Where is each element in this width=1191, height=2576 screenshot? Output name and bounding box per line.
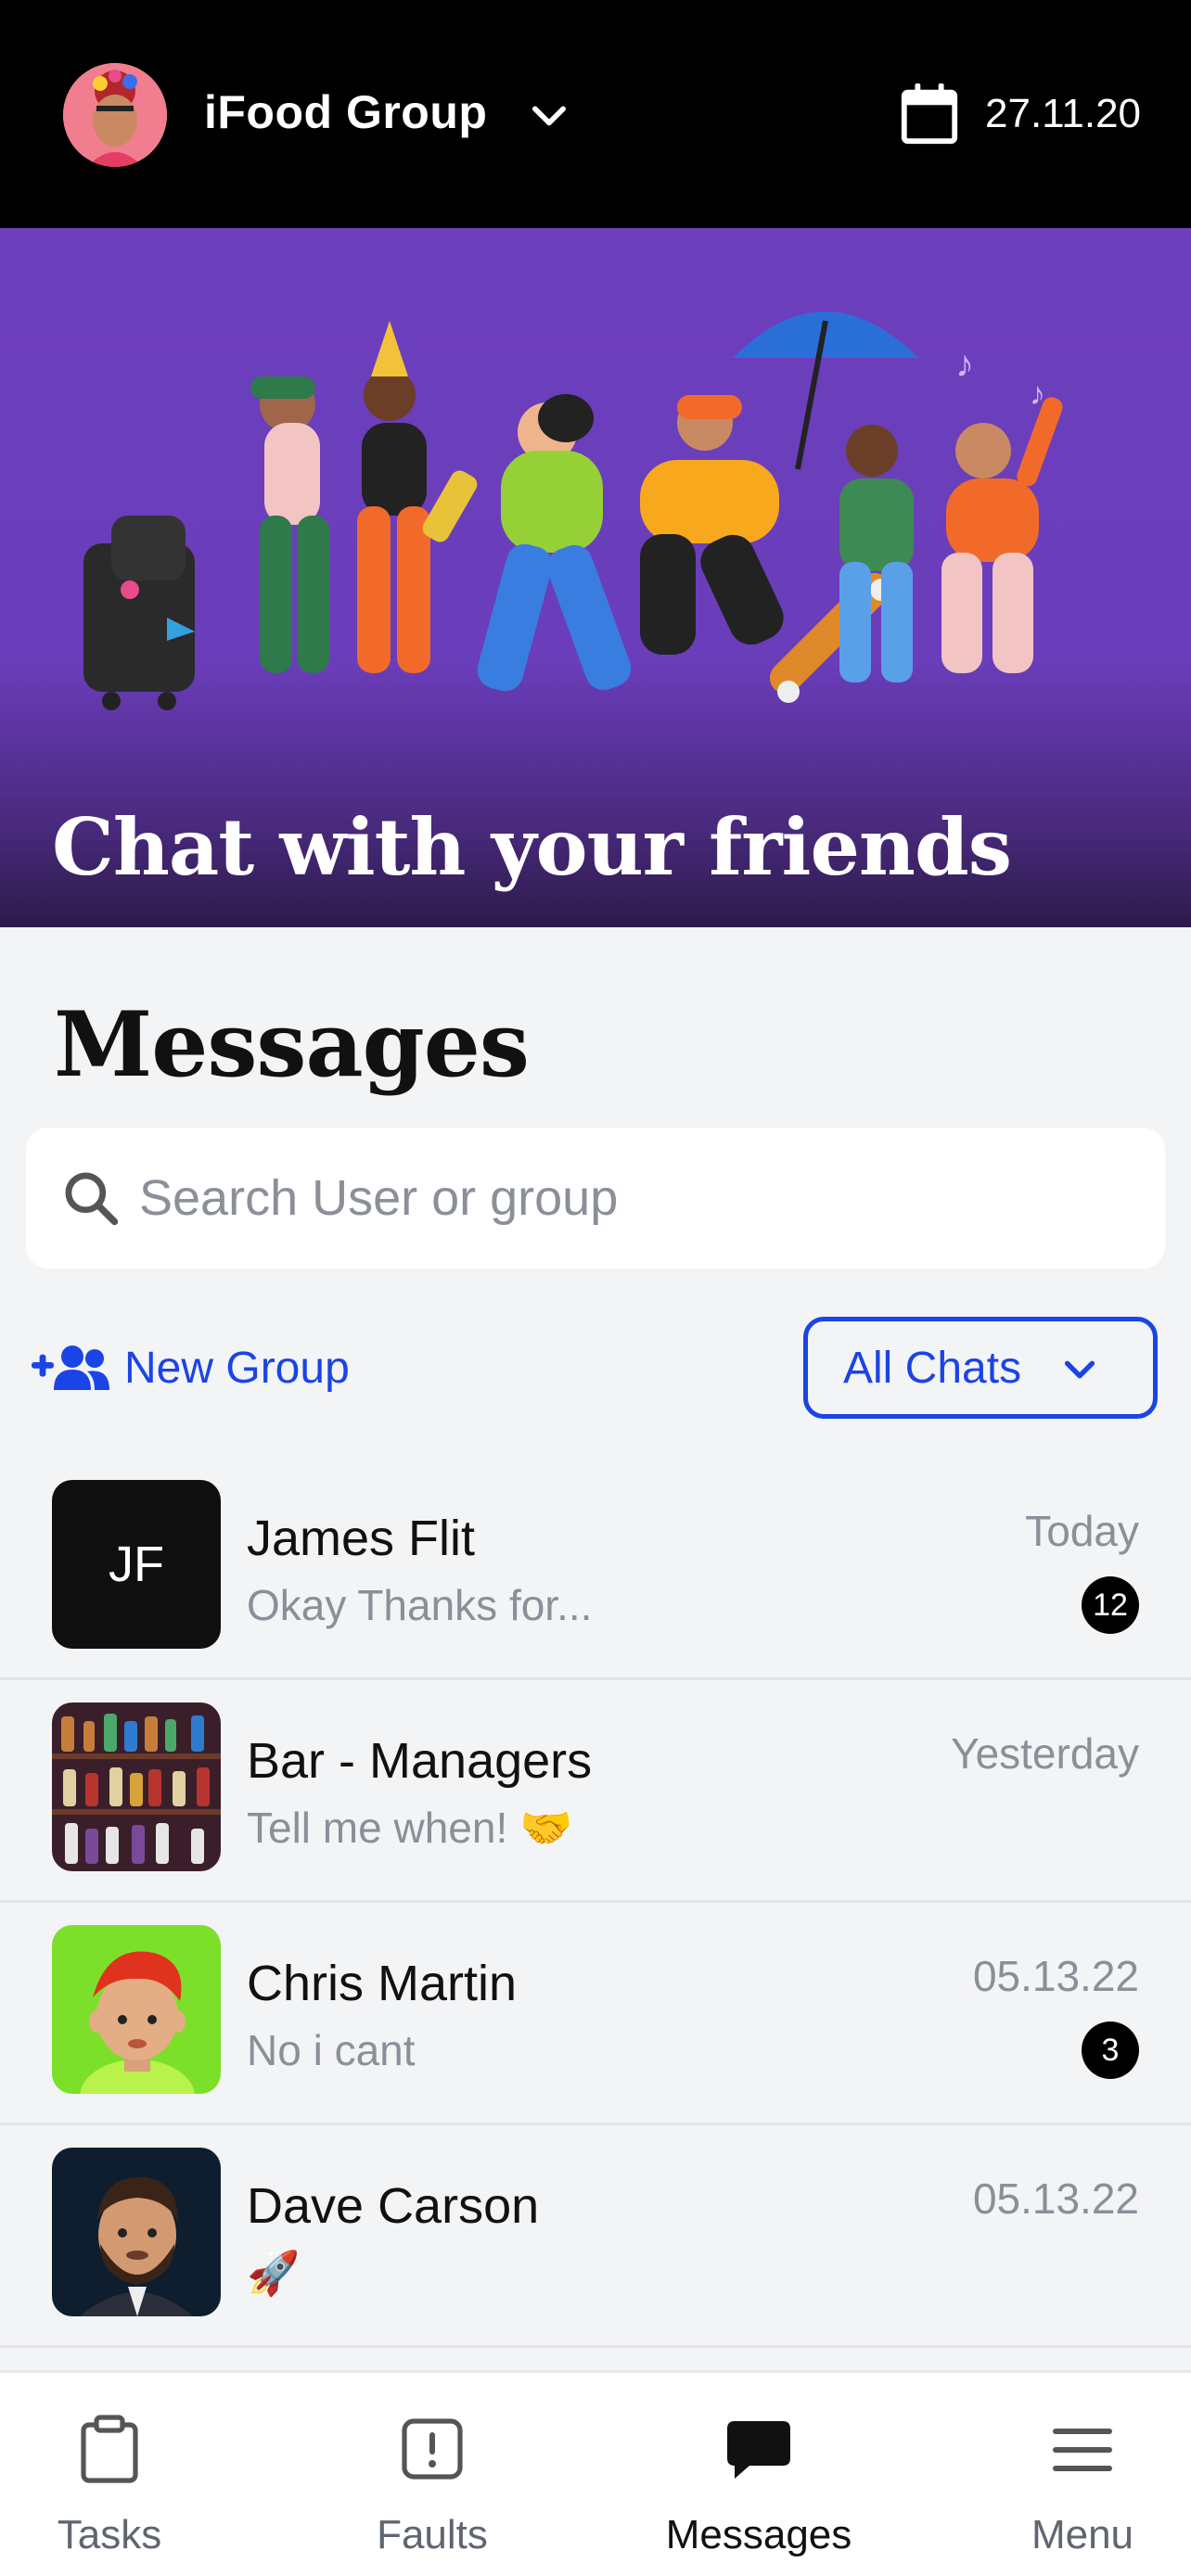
svg-text:♪: ♪ [1030, 376, 1045, 412]
chat-row[interactable]: Chris Martin No i cant 05.13.22 3 [0, 1903, 1191, 2125]
org-name[interactable]: iFood Group [204, 85, 487, 139]
hero-title: Chat with your friends [52, 801, 1012, 893]
avatar [52, 1702, 221, 1871]
tab-label: Menu [1031, 2512, 1134, 2557]
new-group-label: New Group [124, 1343, 350, 1393]
search-icon [65, 1172, 119, 1226]
chat-name: Dave Carson [247, 2178, 540, 2234]
chat-filter-label: All Chats [843, 1343, 1022, 1393]
app-header: iFood Group 27.11.20 [0, 0, 1191, 228]
chat-row[interactable]: Bar - Managers Tell me when! 🤝 Yesterday [0, 1680, 1191, 1903]
hero-banner: ♪ ♪ Chat with your friends [0, 228, 1191, 927]
friends-illustration: ♪ ♪ [83, 312, 1063, 710]
chat-row[interactable]: JF James Flit Okay Thanks for... Today 1… [0, 1458, 1191, 1680]
hamburger-menu-icon [1053, 2429, 1112, 2471]
chevron-down-icon[interactable] [525, 93, 573, 141]
tab-label: Tasks [57, 2512, 162, 2557]
chat-time: 05.13.22 [972, 1952, 1139, 2000]
tab-tasks[interactable]: Tasks [0, 2373, 219, 2576]
unread-badge: 3 [1082, 2021, 1139, 2079]
tab-label: Messages [665, 2512, 852, 2557]
chat-name: James Flit [247, 1511, 476, 1566]
avatar [52, 1925, 221, 2094]
chat-time: Yesterday [951, 1729, 1139, 1778]
search-input[interactable] [139, 1159, 1122, 1237]
chat-preview: 🚀 [247, 2249, 301, 2297]
tab-menu[interactable]: Menu [974, 2373, 1191, 2576]
chat-filter-dropdown[interactable]: All Chats [803, 1317, 1158, 1419]
chat-preview: No i cant [247, 2026, 416, 2074]
bottom-tab-bar: Tasks Faults Messages Menu [0, 2370, 1191, 2576]
header-date: 27.11.20 [985, 91, 1142, 136]
chat-time: 05.13.22 [972, 2174, 1139, 2223]
tab-messages[interactable]: Messages [646, 2373, 872, 2576]
svg-text:♪: ♪ [955, 344, 974, 385]
avatar: JF [52, 1480, 221, 1649]
calendar-icon[interactable] [898, 82, 961, 147]
chat-time: Today [1025, 1507, 1139, 1555]
page-title: Messages [54, 992, 530, 1097]
chat-name: Chris Martin [247, 1956, 518, 2011]
avatar [52, 2148, 221, 2316]
clipboard-icon [81, 2415, 138, 2483]
chat-list: JF James Flit Okay Thanks for... Today 1… [0, 1458, 1191, 2407]
chat-name: Bar - Managers [247, 1733, 593, 1789]
chat-row[interactable]: Dave Carson 🚀 05.13.22 [0, 2125, 1191, 2348]
alert-square-icon [402, 2418, 463, 2480]
tab-label: Faults [377, 2512, 488, 2557]
org-avatar[interactable] [63, 63, 167, 167]
chat-bubble-icon [727, 2421, 790, 2479]
chat-preview: Tell me when! 🤝 [247, 1804, 573, 1852]
chat-preview: Okay Thanks for... [247, 1581, 593, 1629]
add-group-icon [32, 1345, 109, 1390]
search-bar[interactable] [26, 1128, 1165, 1269]
unread-badge: 12 [1082, 1576, 1139, 1634]
new-group-button[interactable]: New Group [32, 1335, 350, 1400]
chevron-down-icon [1064, 1360, 1095, 1379]
tab-faults[interactable]: Faults [323, 2373, 542, 2576]
